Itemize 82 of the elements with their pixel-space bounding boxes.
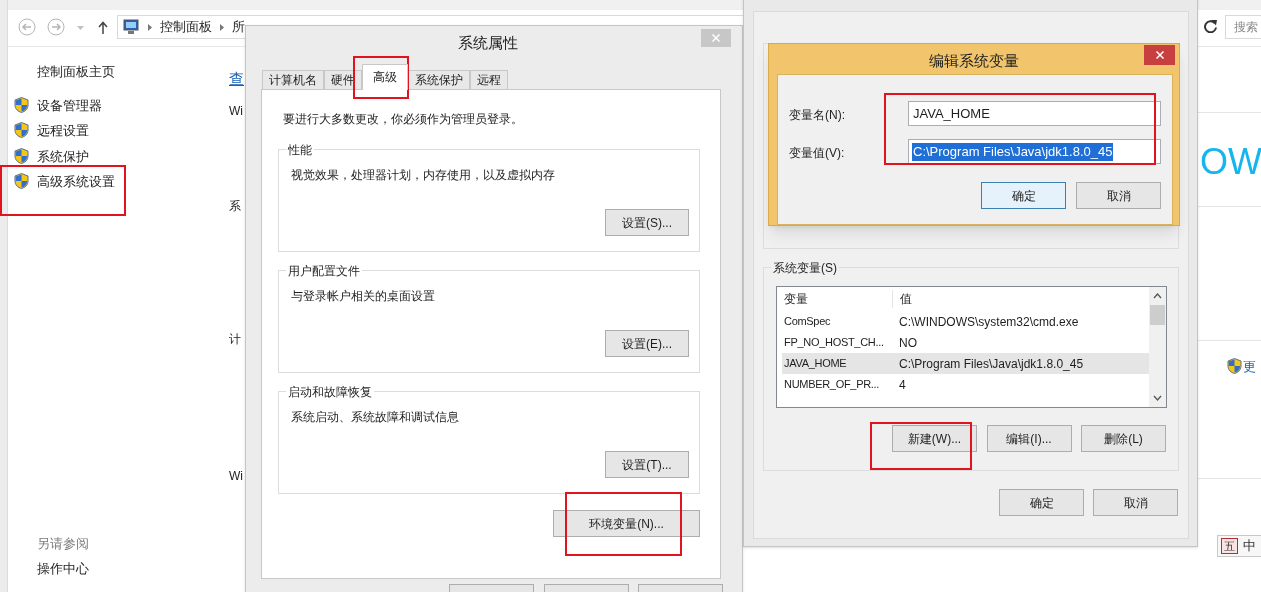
group-title: 性能: [286, 141, 314, 159]
settings-button[interactable]: 设置(S)...: [605, 209, 689, 236]
field-value: C:\Program Files\Java\jdk1.8.0_45: [912, 142, 1114, 161]
variable-value: NO: [898, 334, 917, 352]
field-label: 变量名(N):: [789, 107, 845, 124]
shield-icon: [14, 97, 29, 113]
variable-name: JAVA_HOME: [783, 356, 848, 372]
side-link[interactable]: 更: [1243, 357, 1256, 377]
tab[interactable]: 远程: [470, 70, 508, 91]
section-heading: 另请参阅: [37, 535, 89, 553]
group-title: 系统变量(S): [771, 259, 839, 277]
content-text: Wi: [229, 103, 243, 120]
scroll-thumb[interactable]: [1150, 305, 1165, 325]
input-field[interactable]: C:\Program Files\Java\jdk1.8.0_45: [908, 139, 1161, 164]
ime-bar[interactable]: 五 中: [1217, 535, 1261, 557]
sidebar-link[interactable]: 操作中心: [37, 559, 89, 579]
group-description: 与登录帐户相关的桌面设置: [291, 288, 435, 305]
close-button[interactable]: [701, 29, 731, 47]
refresh-icon: [1204, 20, 1217, 33]
ime-mode-icon: 五: [1221, 538, 1238, 554]
window-title: 编辑系统变量: [929, 51, 1019, 71]
back-icon: [18, 18, 36, 36]
dialog-button[interactable]: 取消: [1093, 489, 1178, 516]
sidebar-link[interactable]: 远程设置: [37, 121, 89, 141]
computer-icon: [122, 19, 140, 35]
content-text: 系: [229, 198, 241, 215]
heading-link[interactable]: 查: [229, 68, 244, 91]
highlight-box: [353, 56, 409, 99]
shield-icon: [14, 147, 29, 164]
dropdown-icon: [77, 26, 84, 30]
column-header[interactable]: 变量: [777, 290, 893, 308]
sidebar-link[interactable]: 系统保护: [37, 146, 89, 167]
scrollbar[interactable]: [1149, 287, 1166, 407]
group-description: 视觉效果，处理器计划，内存使用，以及虚拟内存: [291, 167, 555, 184]
dialog-button[interactable]: 新建(W)...: [892, 425, 977, 452]
variable-name: ComSpec: [783, 314, 832, 330]
settings-button[interactable]: 设置(T)...: [605, 451, 689, 478]
forward-icon: [47, 18, 65, 36]
sidebar-link[interactable]: 设备管理器: [37, 96, 102, 116]
dialog-button[interactable]: 取消: [1076, 182, 1161, 209]
shield-icon: [14, 122, 29, 139]
close-icon: [712, 34, 720, 42]
chevron-icon: [148, 23, 152, 31]
breadcrumb-item[interactable]: 控制面板: [160, 17, 212, 37]
ime-language[interactable]: 中: [1243, 536, 1256, 556]
dialog-button[interactable]: 确定: [999, 489, 1084, 516]
sidebar-link[interactable]: 高级系统设置: [37, 171, 115, 192]
variable-value: 4: [898, 376, 906, 394]
chevron-icon: [220, 23, 224, 31]
up-arrow-icon: [98, 21, 108, 34]
field-label: 变量值(V):: [789, 145, 845, 162]
content-text: 计: [229, 331, 241, 348]
variable-value: C:\WINDOWS\system32\cmd.exe: [898, 313, 1079, 331]
variable-value: C:\Program Files\Java\jdk1.8.0_45: [898, 355, 1084, 373]
tab[interactable]: 高级: [362, 64, 408, 90]
scroll-up-icon: [1153, 293, 1162, 299]
field-value: JAVA_HOME: [912, 104, 991, 123]
sidebar-link[interactable]: 控制面板主页: [37, 62, 115, 82]
variable-name: FP_NO_HOST_CH...: [783, 335, 885, 351]
scroll-down-icon: [1153, 395, 1162, 401]
environment-variables-button[interactable]: 环境变量(N)...: [553, 510, 700, 537]
tab[interactable]: 计算机名: [262, 70, 324, 91]
shield-icon: [14, 172, 29, 189]
input-field[interactable]: JAVA_HOME: [908, 101, 1161, 126]
window-title: 系统属性: [458, 33, 518, 53]
shield-icon: [1227, 358, 1242, 374]
group-description: 系统启动、系统故障和调试信息: [291, 409, 459, 426]
notice-text: 要进行大多数更改，你必须作为管理员登录。: [283, 111, 523, 128]
close-button[interactable]: [1144, 45, 1175, 65]
content-text: Wi: [229, 468, 243, 485]
dialog-button[interactable]: 编辑(I)...: [986, 425, 1072, 452]
variable-name: NUMBER_OF_PR...: [783, 377, 881, 393]
column-header[interactable]: 值: [893, 290, 912, 308]
list-row[interactable]: JAVA_HOME C:\Program Files\Java\jdk1.8.0_45: [782, 353, 1149, 374]
settings-button[interactable]: 设置(E)...: [605, 330, 689, 357]
breadcrumb-item[interactable]: 所: [232, 17, 245, 37]
close-icon: [1155, 51, 1164, 59]
search-field[interactable]: 搜索: [1225, 15, 1261, 39]
dialog-button[interactable]: 删除(L): [1081, 425, 1166, 452]
dialog-button[interactable]: 确定: [981, 182, 1066, 209]
group-title: 用户配置文件: [286, 262, 362, 280]
group-title: 启动和故障恢复: [286, 383, 374, 401]
